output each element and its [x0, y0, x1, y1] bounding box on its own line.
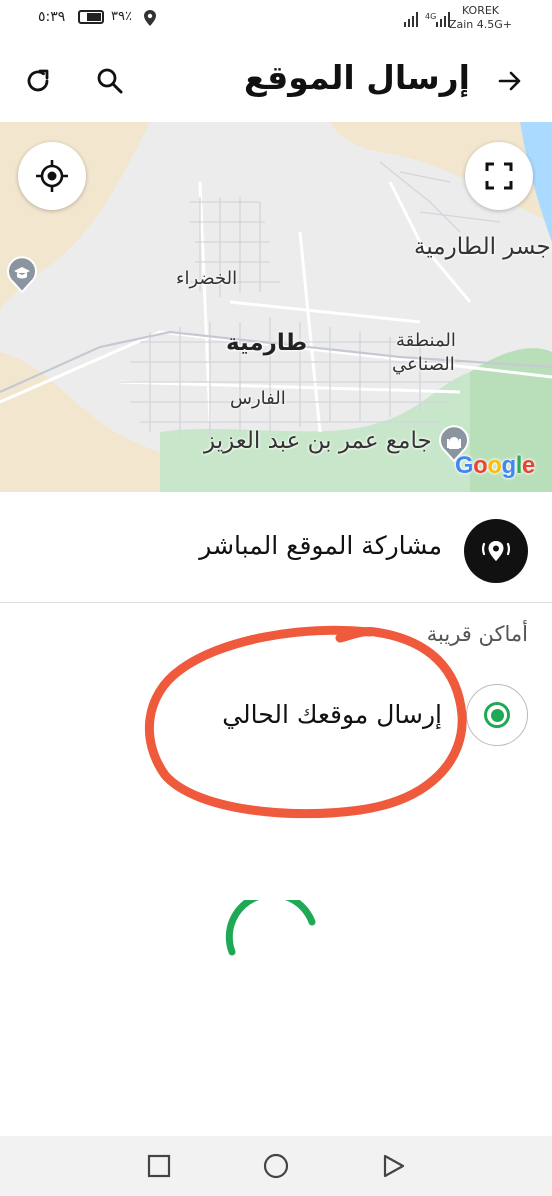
- carrier-line2: Zain 4.5G+: [448, 18, 512, 31]
- map-label-industrial-2: الصناعي: [392, 354, 455, 375]
- google-logo: Google: [455, 452, 535, 479]
- crosshair-icon: [36, 160, 68, 192]
- system-navbar: [0, 1136, 552, 1196]
- back-button[interactable]: [488, 59, 532, 103]
- carrier-info: KOREK Zain 4.5G+: [449, 4, 512, 32]
- my-location-button[interactable]: [18, 142, 86, 210]
- map-label-bridge: جسر الطارمية: [414, 234, 551, 260]
- battery-percent: ٣٩٪: [111, 9, 132, 24]
- refresh-icon: [27, 69, 49, 92]
- carrier-line1: KOREK: [461, 4, 500, 17]
- nearby-places-heading: أماكن قريبة: [426, 622, 528, 646]
- share-live-location-label: مشاركة الموقع المباشر: [199, 531, 442, 560]
- recent-apps-icon: [147, 1154, 171, 1178]
- app-bar: إرسال الموقع: [0, 40, 552, 122]
- page-title: إرسال الموقع: [244, 58, 470, 97]
- current-location-radio[interactable]: [466, 684, 528, 746]
- status-time: ٥:٣٩: [38, 9, 66, 25]
- send-current-location-label: إرسال موقعك الحالي: [222, 700, 442, 729]
- loading-spinner: [225, 900, 316, 956]
- live-location-icon: [464, 519, 528, 583]
- recent-apps-button[interactable]: [145, 1152, 173, 1180]
- map-label-khadhra: الخضراء: [176, 268, 238, 289]
- arrow-right-icon: [498, 71, 521, 91]
- refresh-button[interactable]: [16, 59, 60, 103]
- fullscreen-button[interactable]: [465, 142, 533, 210]
- back-triangle-icon: [383, 1154, 405, 1178]
- signal-label: 4G: [425, 12, 436, 21]
- map-label-mosque: جامع عمر بن عبد العزيز: [204, 428, 432, 454]
- battery-icon: [78, 10, 104, 24]
- send-current-location-row[interactable]: إرسال موقعك الحالي: [0, 670, 552, 765]
- share-live-location-row[interactable]: مشاركة الموقع المباشر: [0, 492, 552, 603]
- search-icon: [97, 68, 123, 94]
- status-bar: ٥:٣٩ ٣٩٪ 4G KOREK Zain 4.5G+: [0, 0, 552, 40]
- home-icon: [263, 1153, 289, 1179]
- map-label-faris: الفارس: [230, 388, 286, 409]
- nav-back-button[interactable]: [380, 1152, 408, 1180]
- map-label-tarmiya: طارمية: [226, 330, 308, 356]
- map-label-industrial-1: المنطقة: [396, 330, 456, 351]
- search-button[interactable]: [88, 59, 132, 103]
- signal-icon: 4G: [404, 12, 450, 27]
- location-status-icon: [144, 10, 156, 26]
- home-button[interactable]: [262, 1152, 290, 1180]
- map-view[interactable]: جسر الطارمية الخضراء طارمية المنطقة الصن…: [0, 122, 552, 492]
- school-pin-icon[interactable]: [5, 255, 39, 293]
- fullscreen-icon: [485, 162, 513, 190]
